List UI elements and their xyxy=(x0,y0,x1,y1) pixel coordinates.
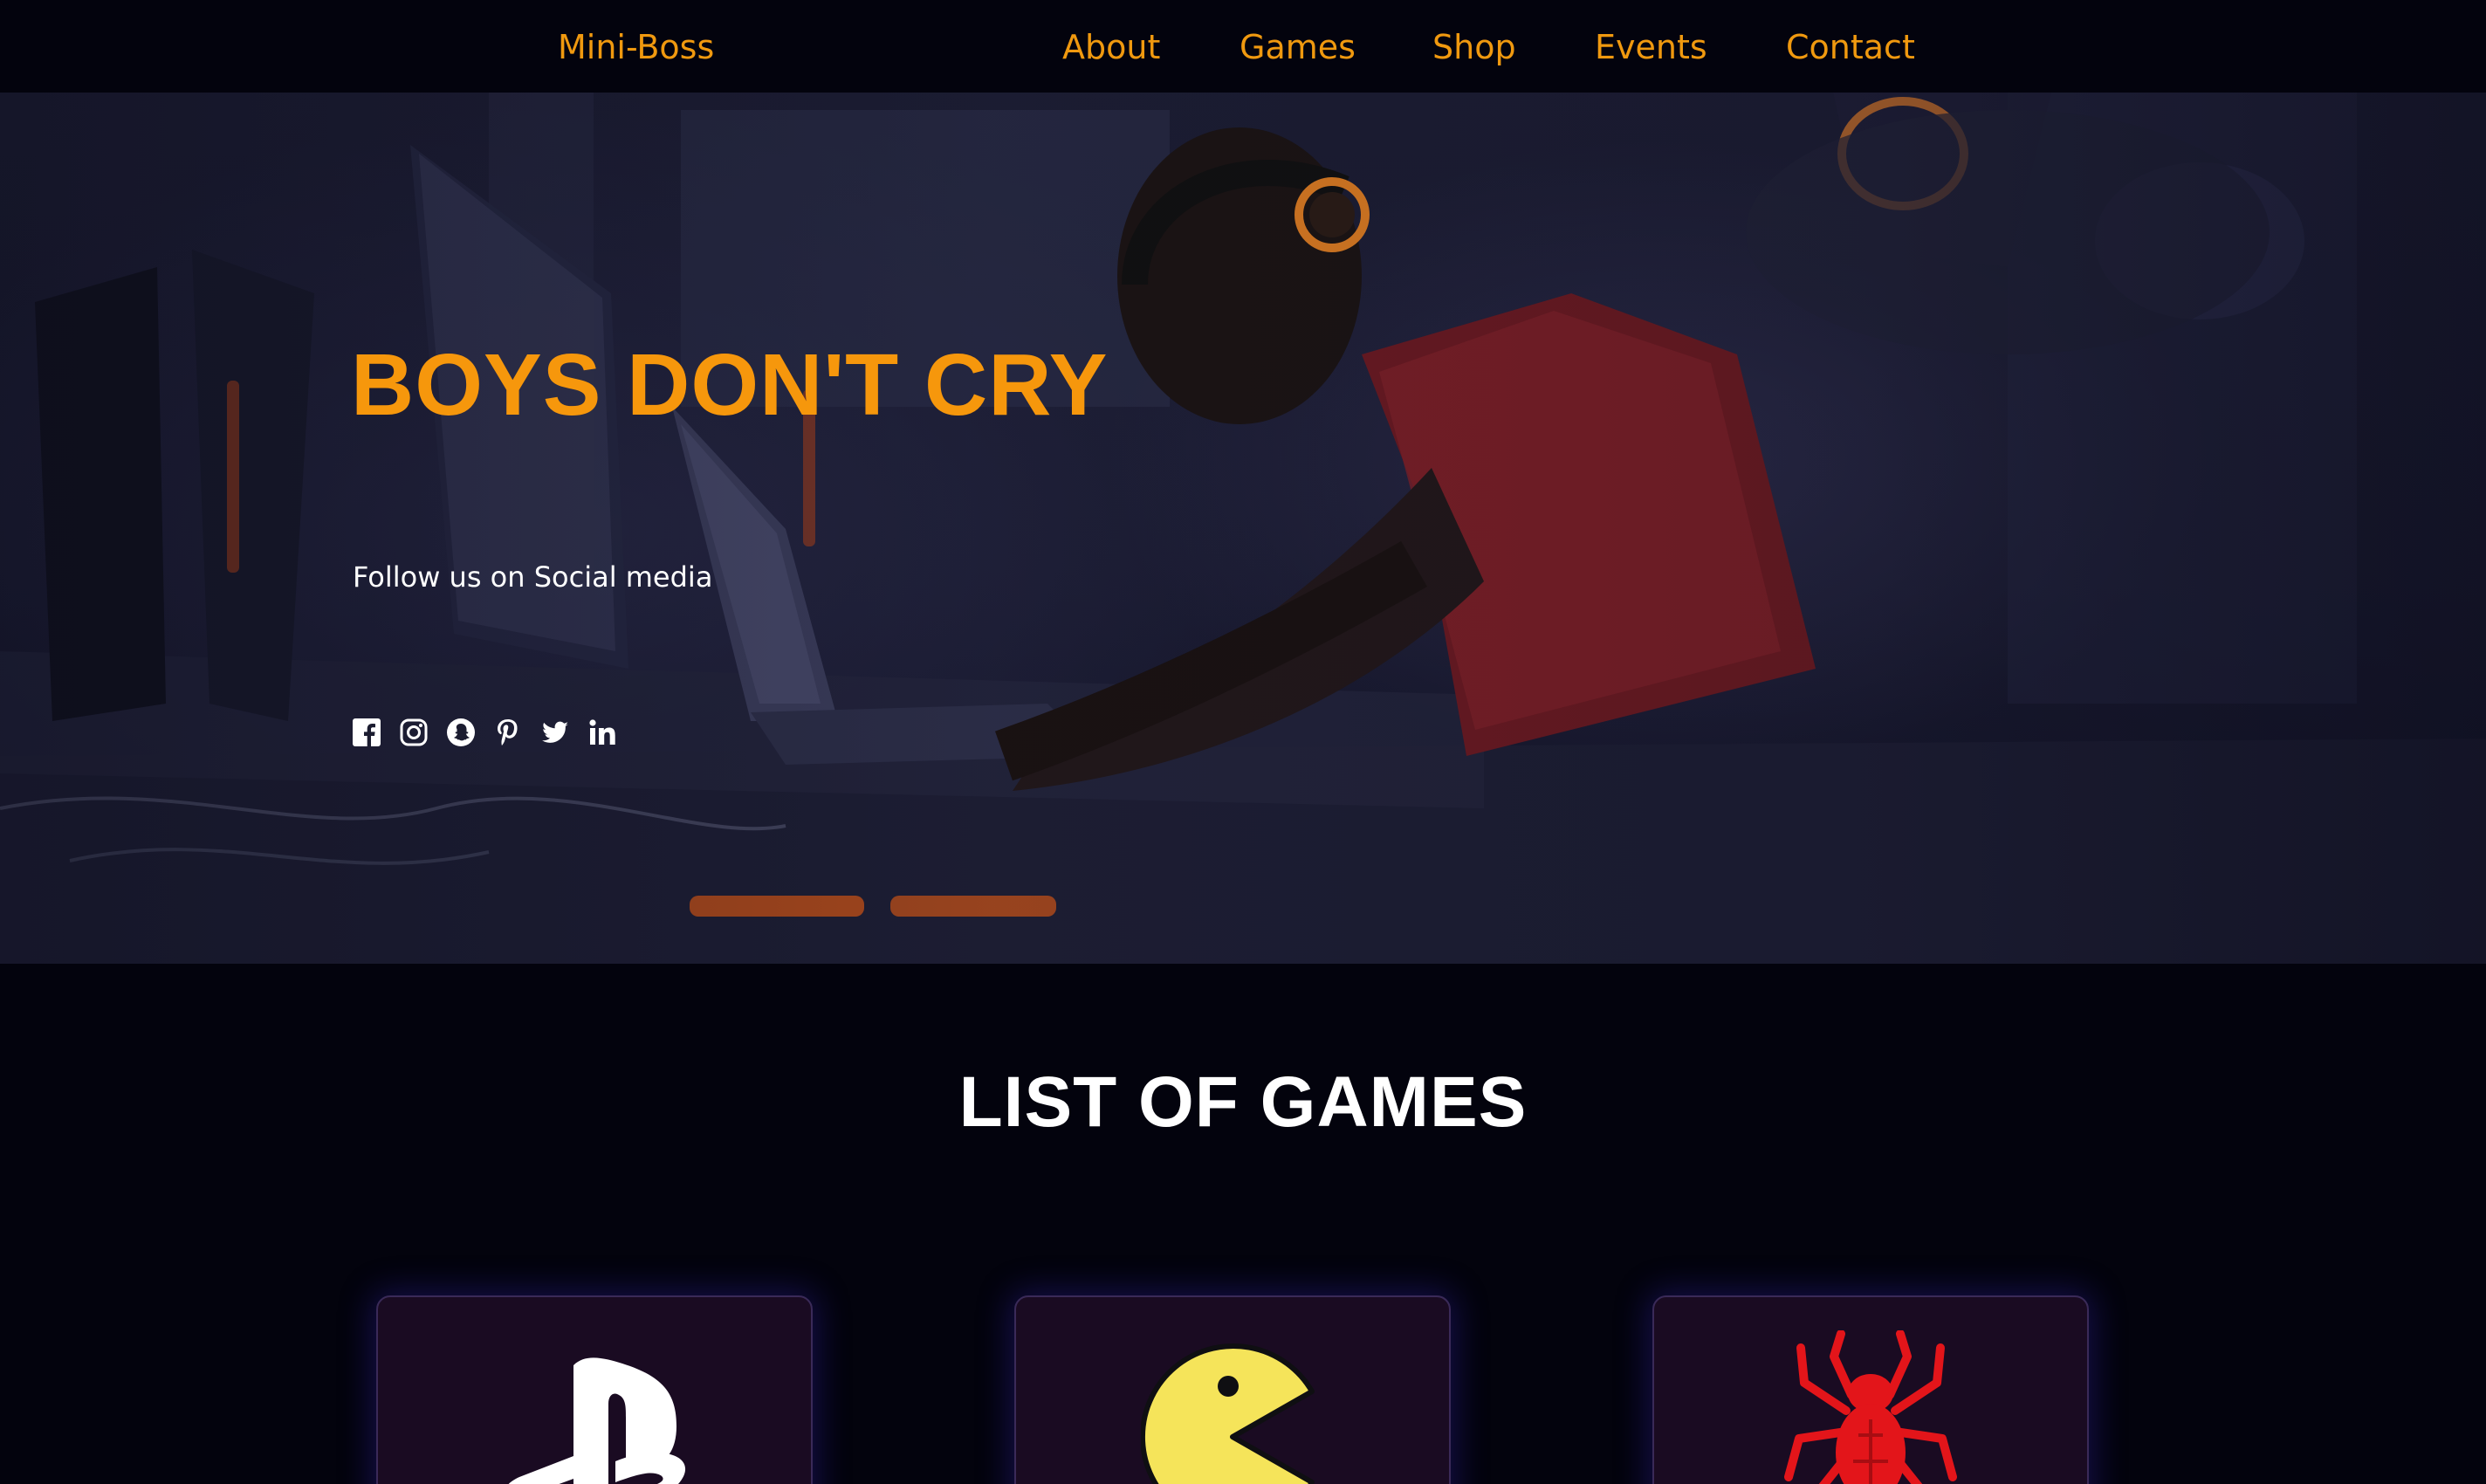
facebook-icon[interactable] xyxy=(351,717,382,748)
playstation-icon xyxy=(508,1357,686,1484)
hero-title: BOYS DON'T CRY xyxy=(351,336,1109,434)
follow-text: Follow us on Social media xyxy=(353,560,713,594)
game-card-playstation[interactable] xyxy=(376,1295,813,1484)
top-nav: Mini-Boss About Games Shop Events Contac… xyxy=(0,0,2486,93)
nav-link-events[interactable]: Events xyxy=(1595,0,1707,93)
pinterest-icon[interactable] xyxy=(492,717,524,748)
nav-link-shop[interactable]: Shop xyxy=(1432,0,1516,93)
hero-section: BOYS DON'T CRY Follow us on Social media xyxy=(0,93,2486,964)
nav-link-games[interactable]: Games xyxy=(1240,0,1356,93)
social-links xyxy=(351,712,618,752)
twitter-icon[interactable] xyxy=(539,717,571,748)
nav-link-contact[interactable]: Contact xyxy=(1786,0,1915,93)
games-section-title: LIST OF GAMES xyxy=(958,1062,1528,1142)
page: Mini-Boss About Games Shop Events Contac… xyxy=(0,0,2486,1484)
game-card-pacman[interactable] xyxy=(1014,1295,1451,1484)
snapchat-icon[interactable] xyxy=(445,717,477,748)
nav-link-about[interactable]: About xyxy=(1062,0,1160,93)
linkedin-icon[interactable] xyxy=(587,717,618,748)
game-card-spider[interactable] xyxy=(1652,1295,2089,1484)
pacman-icon xyxy=(1141,1343,1315,1484)
instagram-icon[interactable] xyxy=(398,717,429,748)
brand-link[interactable]: Mini-Boss xyxy=(558,0,714,93)
hero-overlay xyxy=(0,93,2486,964)
spider-icon xyxy=(1784,1330,1957,1484)
